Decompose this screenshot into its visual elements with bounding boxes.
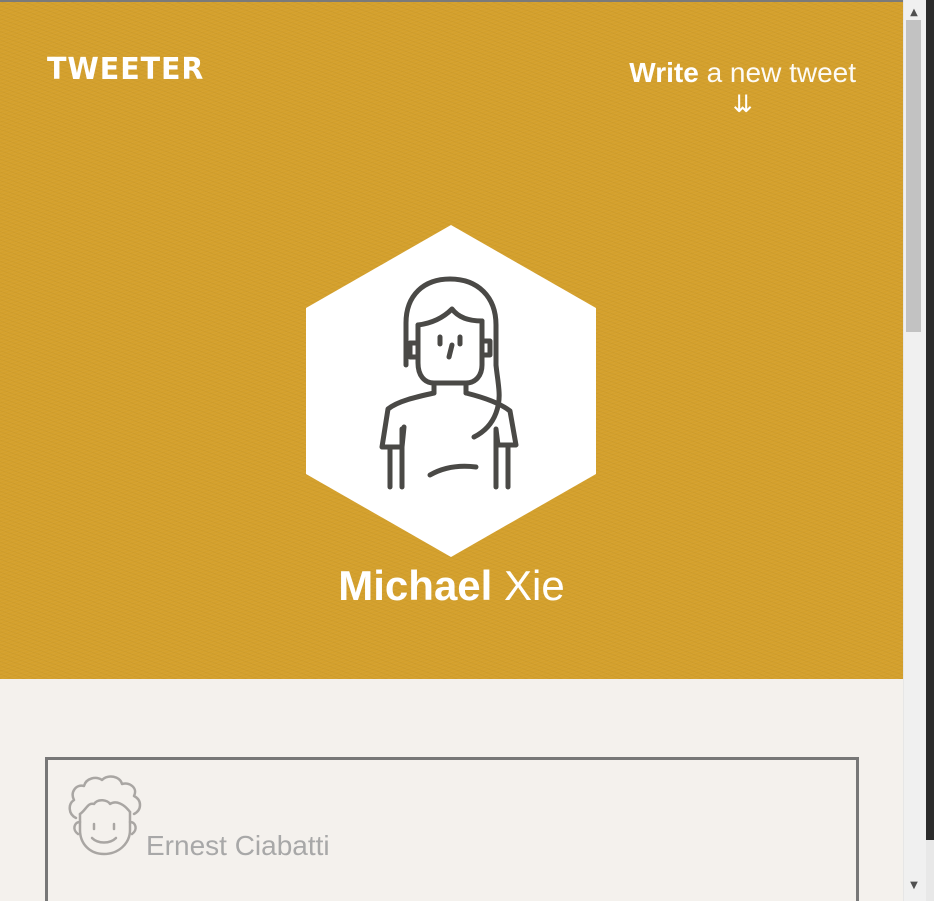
scroll-down-arrow-icon[interactable]: ▼ <box>904 878 924 894</box>
woman-avatar-icon <box>306 225 596 557</box>
tweet-author-name[interactable]: Ernest Ciabatti <box>146 830 330 862</box>
profile-avatar <box>306 225 596 557</box>
window-edge <box>926 0 934 901</box>
write-new-tweet-rest: a new tweet <box>706 57 856 88</box>
tweet-author-avatar <box>64 774 146 860</box>
profile-name: Michael Xie <box>0 562 903 610</box>
write-new-tweet-link[interactable]: Write a new tweet ⇊ <box>629 57 856 117</box>
profile-first-name: Michael <box>338 562 493 609</box>
write-new-tweet-bold: Write <box>629 57 699 88</box>
tweet-card: Ernest Ciabatti <box>45 757 859 901</box>
scrollbar-thumb[interactable] <box>906 20 921 332</box>
page-viewport: TWEETER Write a new tweet ⇊ Michael Xie … <box>0 0 903 901</box>
brand-logo[interactable]: TWEETER <box>47 52 204 87</box>
scroll-up-arrow-icon[interactable]: ▲ <box>904 5 924 21</box>
write-new-tweet-label[interactable]: Write a new tweet <box>629 57 856 89</box>
profile-last-name: Xie <box>504 562 565 609</box>
double-down-arrow-icon[interactable]: ⇊ <box>629 91 856 117</box>
curly-hair-man-avatar-icon <box>68 775 142 856</box>
profile-header: TWEETER Write a new tweet ⇊ Michael Xie <box>0 2 903 679</box>
vertical-scrollbar[interactable]: ▲ ▼ <box>903 0 934 901</box>
